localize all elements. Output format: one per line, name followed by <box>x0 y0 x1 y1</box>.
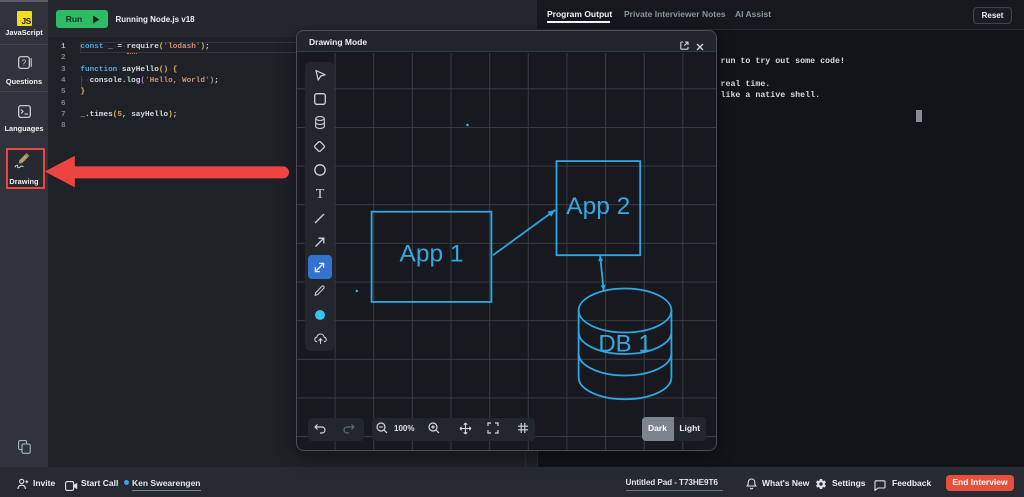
svg-text:App 1: App 1 <box>399 241 463 268</box>
svg-text:DB 1: DB 1 <box>598 331 651 358</box>
svg-text:?: ? <box>21 58 26 67</box>
svg-text:App 2: App 2 <box>566 193 630 220</box>
